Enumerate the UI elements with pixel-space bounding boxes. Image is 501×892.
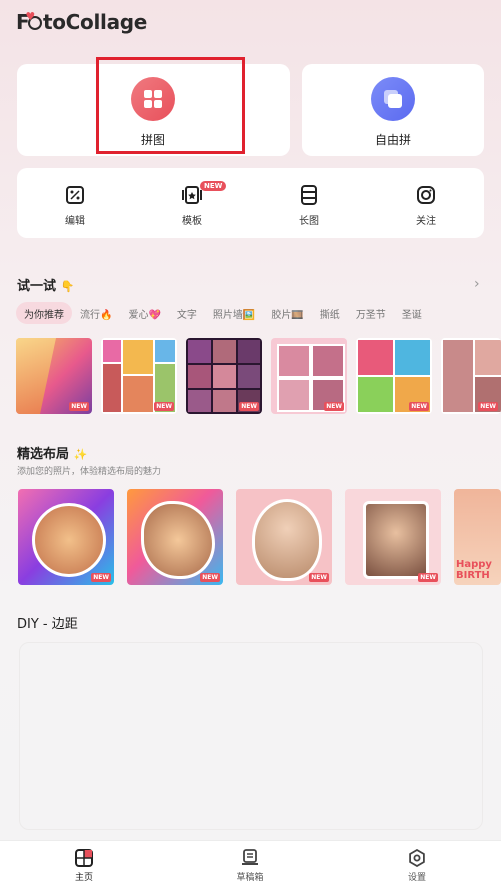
tab-photo-wall[interactable]: 照片墙🖼️ [205,302,263,324]
nav-settings-label: 设置 [407,873,426,883]
edit-icon [64,184,86,206]
layout-thumbnail[interactable]: NEW [18,489,114,585]
app-logo: F♥ toCollage [16,10,148,34]
layout-thumbnail[interactable]: NEW [127,489,223,585]
new-badge: NEW [478,402,498,411]
tab-film[interactable]: 胶片🎞️ [263,302,311,324]
nav-drafts-label: 草稿箱 [236,873,264,883]
nav-drafts[interactable]: 草稿箱 [220,849,280,883]
tool-edit[interactable]: 编辑 [45,168,105,227]
new-badge: NEW [409,402,429,411]
tab-love[interactable]: 爱心💖 [120,302,168,324]
bottom-nav: 主页 草稿箱 设置 [0,840,501,892]
new-badge: NEW [239,402,259,411]
tab-torn-paper[interactable]: 撕纸 [312,302,348,324]
layout-partial-text: Happy BIRTH [456,559,492,581]
diy-preview-card[interactable] [19,642,483,830]
new-badge: NEW [69,402,89,411]
nav-settings[interactable]: 设置 [387,848,447,883]
layout-thumbnail[interactable]: Happy BIRTH [454,489,501,585]
tool-follow-label: 关注 [416,216,436,227]
diy-section-title: DIY - 边距 [17,617,78,632]
tab-christmas[interactable]: 圣诞 [394,302,430,324]
new-badge: NEW [154,402,174,411]
template-thumbnail[interactable]: NEW [186,338,262,414]
layout-thumbnail[interactable]: NEW [236,489,332,585]
tools-card: 编辑 模板 NEW 长图 关注 [17,168,484,238]
tool-edit-label: 编辑 [65,216,85,227]
template-thumbnail[interactable]: NEW [101,338,177,414]
tool-long-image[interactable]: 长图 [279,168,339,227]
tab-popular[interactable]: 流行🔥 [72,302,120,324]
new-badge: NEW [91,573,111,582]
category-tabs: 为你推荐 流行🔥 爱心💖 文字 照片墙🖼️ 胶片🎞️ 撕纸 万圣节 圣诞 [16,302,430,324]
nav-home[interactable]: 主页 [54,849,114,883]
new-badge: NEW [309,573,329,582]
new-badge: NEW [200,181,227,191]
template-thumbnail[interactable]: NEW [271,338,347,414]
heart-icon: ♥ [25,10,35,23]
instagram-icon [415,184,437,206]
nav-home-label: 主页 [74,873,93,883]
home-icon [75,849,93,867]
tab-halloween[interactable]: 万圣节 [348,302,394,324]
collage-grid-icon[interactable] [131,77,175,121]
tab-text[interactable]: 文字 [169,302,205,324]
new-badge: NEW [200,573,220,582]
tool-follow[interactable]: 关注 [396,168,456,227]
free-collage-icon[interactable] [371,77,415,121]
collage-label: 拼图 [140,133,165,147]
free-collage-label: 自由拼 [374,133,411,147]
long-image-icon [298,184,320,206]
gear-icon [408,848,426,868]
tool-long-image-label: 长图 [299,216,319,227]
layouts-section-subtitle: 添加您的照片，体验精选布局的魅力 [17,467,162,477]
layout-thumbnail[interactable]: NEW [345,489,441,585]
drafts-icon [241,849,259,867]
template-thumbnail[interactable]: NEW [16,338,92,414]
tab-recommended[interactable]: 为你推荐 [16,302,72,324]
layouts-section-title: 精选布局 ✨ [17,447,88,462]
chevron-right-icon[interactable]: › [474,276,480,292]
tool-template[interactable]: 模板 NEW [162,168,227,227]
new-badge: NEW [324,402,344,411]
template-thumbnail[interactable]: NEW [441,338,501,414]
tool-template-label: 模板 [182,216,202,227]
try-section-title: 试一试 👇 [17,279,75,294]
template-thumbnail[interactable]: NEW [356,338,432,414]
new-badge: NEW [418,573,438,582]
